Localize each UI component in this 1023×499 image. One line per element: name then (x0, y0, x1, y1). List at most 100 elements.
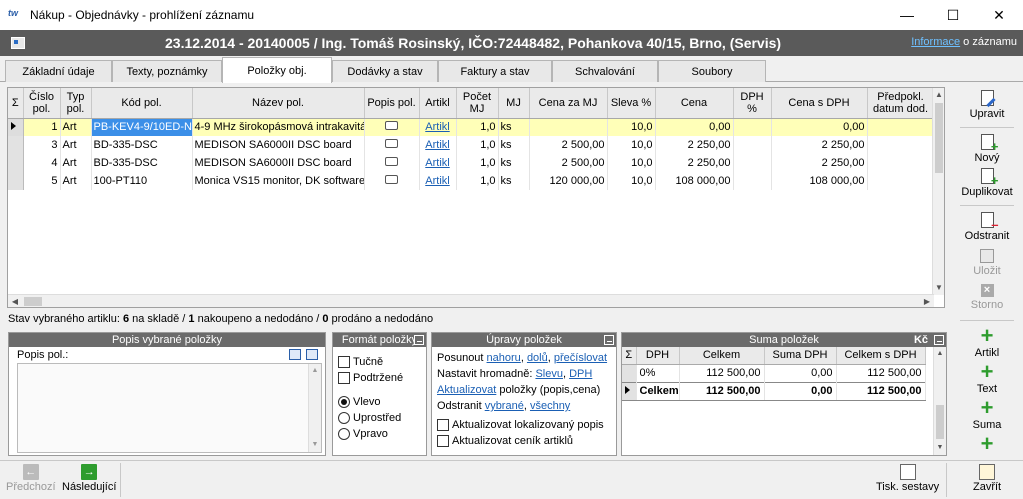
col-sleva[interactable]: Sleva % (607, 88, 656, 119)
current-row-icon (625, 386, 630, 394)
col-cena-dph[interactable]: Cena s DPH (771, 88, 868, 119)
description-icon[interactable] (385, 175, 398, 184)
scroll-up-icon[interactable]: ▲ (309, 364, 321, 378)
col-dph[interactable]: DPH % (733, 88, 772, 119)
cancel-button[interactable]: × Storno (952, 284, 1022, 311)
next-button[interactable]: → Následující (62, 464, 116, 493)
scroll-up-icon[interactable]: ▲ (933, 88, 944, 102)
table-row[interactable]: 5 Art 100-PT110 Monica VS15 monitor, DK … (8, 172, 935, 190)
add-more-button[interactable]: + (952, 433, 1022, 455)
renumber-link[interactable]: přečíslovat (554, 352, 607, 364)
col-datum[interactable]: Předpokl. datum dod. (867, 88, 935, 119)
record-title: 23.12.2014 - 20140005 / Ing. Tomáš Rosin… (165, 35, 782, 51)
maximize-icon[interactable]: ☐ (930, 0, 976, 30)
row-indicator[interactable] (8, 118, 24, 136)
tab-soubory[interactable]: Soubory (658, 60, 766, 82)
scroll-down-icon[interactable]: ▼ (933, 281, 944, 295)
delete-button[interactable]: Odstranit (952, 212, 1022, 242)
scroll-right-icon[interactable]: ▶ (920, 295, 934, 307)
scroll-up-icon[interactable]: ▲ (934, 347, 946, 361)
artikl-link[interactable]: Artikl (419, 136, 457, 154)
tab-schvalovani[interactable]: Schvalování (552, 60, 658, 82)
col-sum[interactable]: Σ (8, 88, 24, 119)
tab-dodavky-a-stav[interactable]: Dodávky a stav (332, 60, 438, 82)
items-table: Σ Číslo pol. Typ pol. Kód pol. Název pol… (8, 88, 935, 190)
minimize-icon[interactable]: — (884, 0, 930, 30)
minimize-panel-icon[interactable] (604, 335, 614, 345)
tab-zakladni-udaje[interactable]: Základní údaje (5, 60, 112, 82)
col-popis[interactable]: Popis pol. (364, 88, 420, 119)
move-down-link[interactable]: dolů (527, 352, 548, 364)
save-icon (980, 249, 994, 263)
table-row[interactable]: 3 Art BD-335-DSC MEDISON SA6000II DSC bo… (8, 136, 935, 154)
description-icon[interactable] (385, 121, 398, 131)
scroll-left-icon[interactable]: ◀ (8, 295, 22, 307)
col-artikl[interactable]: Artikl (419, 88, 457, 119)
print-reports-button[interactable]: Tisk. sestavy (876, 464, 939, 493)
table-row[interactable]: 1 Art PB-KEV4-9/10ED-N 4-9 MHz širokopás… (8, 118, 935, 136)
align-left-radio[interactable]: Vlevo (338, 394, 421, 410)
minimize-panel-icon[interactable] (414, 335, 424, 345)
artikl-link[interactable]: Artikl (419, 118, 457, 136)
tab-faktury-a-stav[interactable]: Faktury a stav (438, 60, 552, 82)
minimize-panel-icon[interactable] (934, 335, 944, 345)
update-pricelist-checkbox[interactable]: Aktualizovat ceník artiklů (437, 433, 611, 449)
scroll-down-icon[interactable]: ▼ (309, 438, 321, 452)
align-right-radio[interactable]: Vpravo (338, 426, 421, 442)
description-textarea[interactable]: ▲ ▼ (17, 363, 322, 453)
items-grid[interactable]: Σ Číslo pol. Typ pol. Kód pol. Název pol… (7, 87, 945, 308)
tab-texty-poznamky[interactable]: Texty, poznámky (112, 60, 222, 82)
col-cena[interactable]: Cena (655, 88, 734, 119)
col-pocet[interactable]: Počet MJ (456, 88, 499, 119)
align-center-radio[interactable]: Uprostřed (338, 410, 421, 426)
col-kod[interactable]: Kód pol. (91, 88, 193, 119)
artikl-link[interactable]: Artikl (419, 154, 457, 172)
row-indicator[interactable] (8, 154, 24, 172)
textarea-scrollbar[interactable]: ▲ ▼ (308, 364, 321, 452)
table-row[interactable]: 0% 112 500,00 0,00 112 500,00 (622, 364, 926, 382)
sum-scrollbar[interactable]: ▲ ▼ (933, 347, 946, 455)
scroll-thumb[interactable] (24, 297, 42, 306)
row-indicator[interactable] (8, 136, 24, 154)
update-localized-checkbox[interactable]: Aktualizovat lokalizovaný popis (437, 417, 611, 433)
close-icon[interactable]: ✕ (976, 0, 1022, 30)
delete-all-link[interactable]: všechny (530, 400, 570, 412)
col-cislo[interactable]: Číslo pol. (23, 88, 61, 119)
description-icon[interactable] (385, 139, 398, 148)
col-typ[interactable]: Typ pol. (60, 88, 92, 119)
row-indicator[interactable] (8, 172, 24, 190)
underline-checkbox[interactable]: Podtržené (338, 370, 421, 386)
set-vat-link[interactable]: DPH (569, 368, 592, 380)
font-edit-icon[interactable] (289, 349, 301, 360)
grid-vertical-scrollbar[interactable]: ▲ ▼ (932, 88, 944, 295)
tab-polozky-obj[interactable]: Položky obj. (222, 57, 332, 83)
artikl-link[interactable]: Artikl (419, 172, 457, 190)
set-discount-link[interactable]: Slevu (535, 368, 563, 380)
update-items-link[interactable]: Aktualizovat (437, 384, 496, 396)
bold-checkbox[interactable]: Tučně (338, 354, 421, 370)
edit-button[interactable]: Upravit (952, 90, 1022, 120)
previous-button[interactable]: ← Předchozí (6, 464, 56, 493)
scroll-thumb[interactable] (936, 405, 944, 439)
add-text-button[interactable]: + Text (952, 361, 1022, 396)
move-up-link[interactable]: nahoru (487, 352, 521, 364)
close-button[interactable]: Zavřít (973, 464, 1001, 493)
col-nazev[interactable]: Název pol. (192, 88, 365, 119)
delete-selected-link[interactable]: vybrané (485, 400, 524, 412)
table-row[interactable]: 4 Art BD-335-DSC MEDISON SA6000II DSC bo… (8, 154, 935, 172)
duplicate-button[interactable]: Duplikovat (952, 168, 1022, 198)
add-sum-button[interactable]: + Suma (952, 397, 1022, 432)
grid-horizontal-scrollbar[interactable]: ◀ ▶ (8, 294, 934, 307)
window-icon[interactable] (306, 349, 318, 360)
new-button[interactable]: Nový (952, 134, 1022, 164)
code-cell[interactable]: PB-KEV4-9/10ED-N (91, 118, 193, 136)
scroll-thumb[interactable] (935, 103, 943, 173)
col-cena-mj[interactable]: Cena za MJ (529, 88, 608, 119)
total-row[interactable]: Celkem 112 500,00 0,00 112 500,00 (622, 381, 926, 401)
col-mj[interactable]: MJ (498, 88, 530, 119)
save-button[interactable]: Uložit (952, 249, 1022, 277)
scroll-down-icon[interactable]: ▼ (934, 441, 946, 455)
add-article-button[interactable]: + Artikl (952, 325, 1022, 360)
description-icon[interactable] (385, 157, 398, 166)
info-link[interactable]: Informace (911, 36, 960, 48)
